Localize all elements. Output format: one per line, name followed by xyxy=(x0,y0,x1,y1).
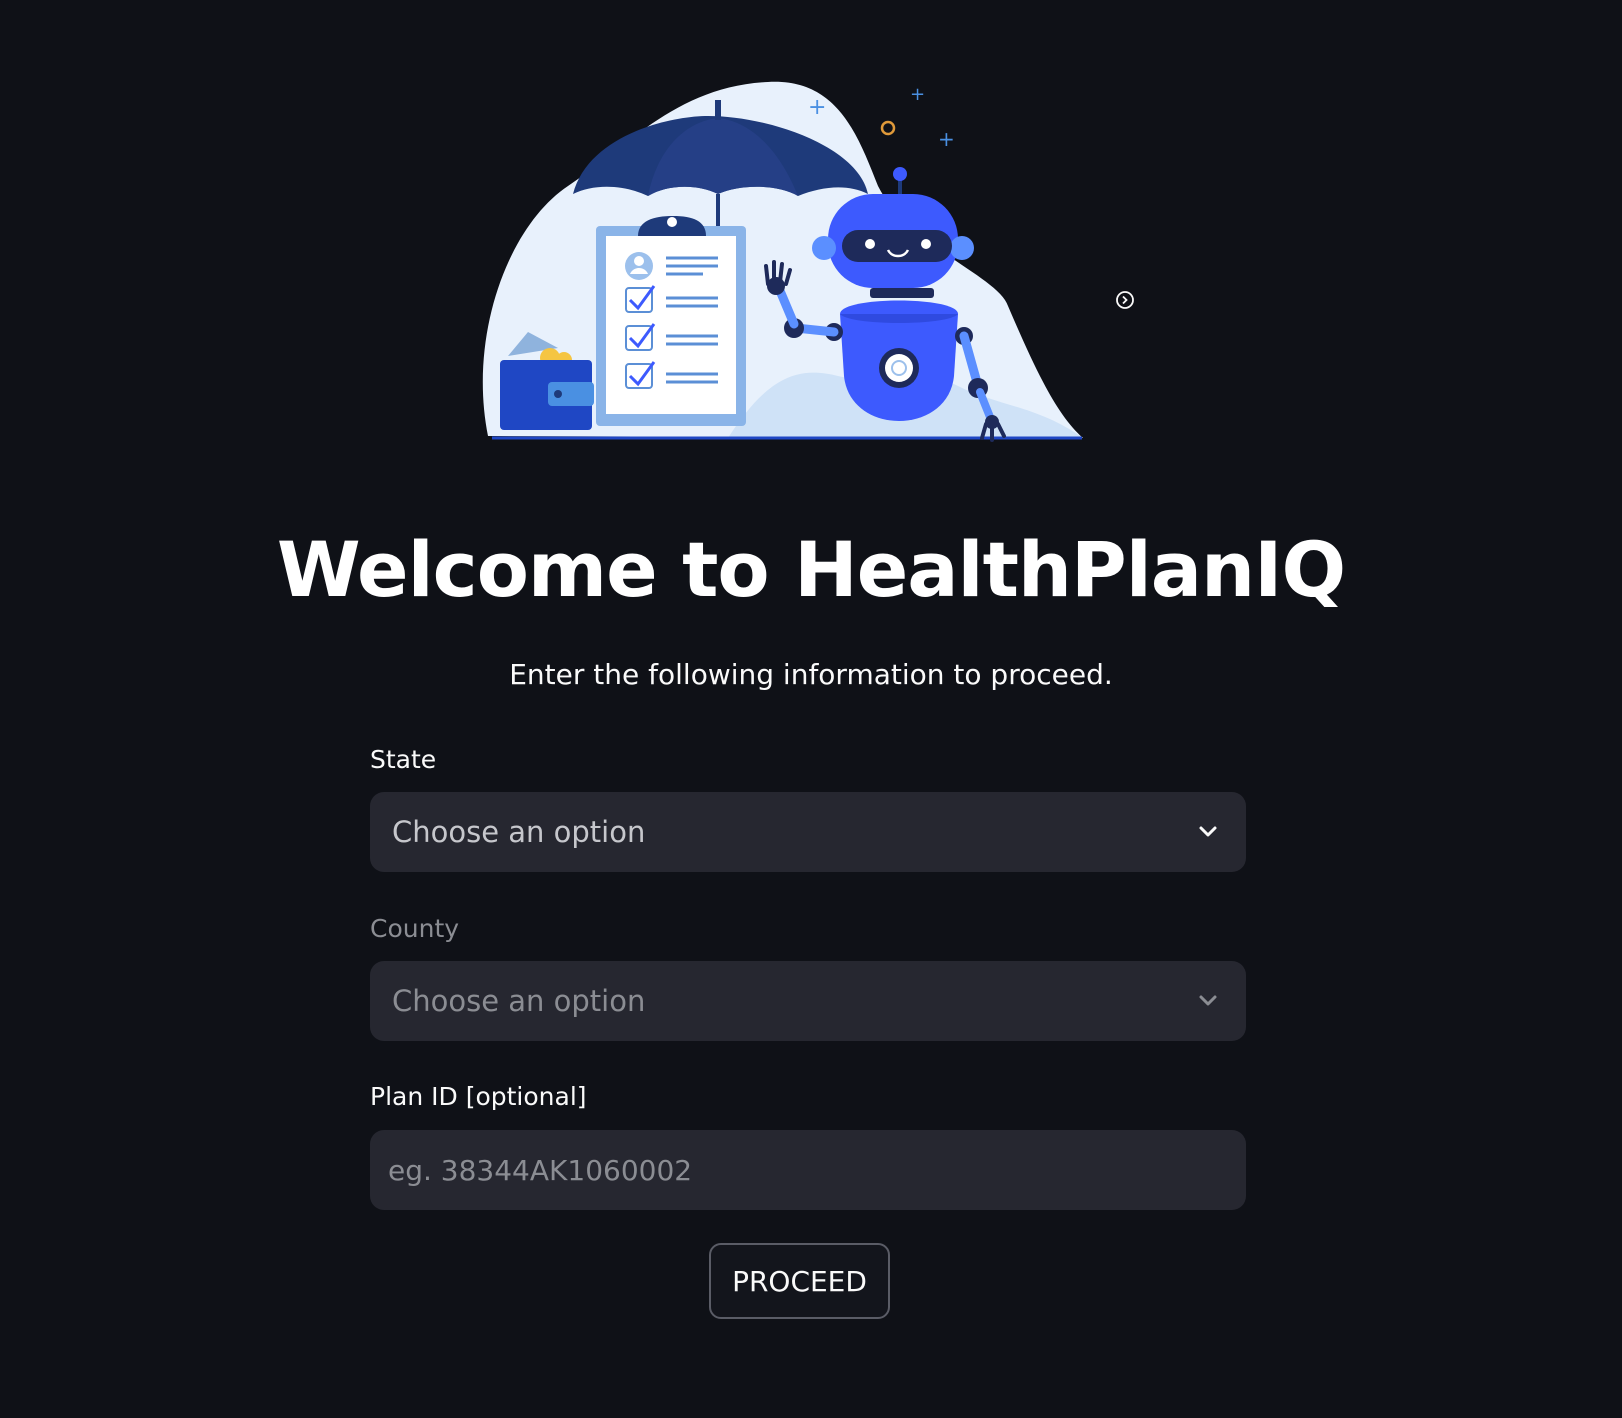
page-subtitle: Enter the following information to proce… xyxy=(509,658,1113,691)
insurance-robot-illustration: + + + xyxy=(482,81,1084,442)
plan-id-input[interactable] xyxy=(370,1130,1246,1210)
svg-text:+: + xyxy=(910,84,925,105)
plan-id-label: Plan ID [optional] xyxy=(370,1082,587,1111)
chevron-down-icon xyxy=(1199,826,1217,837)
svg-text:+: + xyxy=(938,127,955,151)
county-select-placeholder: Choose an option xyxy=(392,984,646,1018)
state-select-placeholder: Choose an option xyxy=(392,815,646,849)
hero-illustration: + + + xyxy=(478,76,1098,446)
fullscreen-icon[interactable] xyxy=(1114,289,1136,311)
chevron-down-icon xyxy=(1199,995,1217,1006)
page: + + + Welcome to HealthPlanIQ Enter the … xyxy=(0,0,1622,1418)
proceed-button[interactable]: PROCEED xyxy=(709,1243,890,1319)
page-title: Welcome to HealthPlanIQ xyxy=(276,525,1346,614)
county-select[interactable]: Choose an option xyxy=(370,961,1246,1041)
state-label: State xyxy=(370,745,437,774)
plan-id-field-wrapper xyxy=(370,1130,1246,1210)
state-select[interactable]: Choose an option xyxy=(370,792,1246,872)
svg-text:+: + xyxy=(808,95,826,120)
county-label: County xyxy=(370,914,460,943)
